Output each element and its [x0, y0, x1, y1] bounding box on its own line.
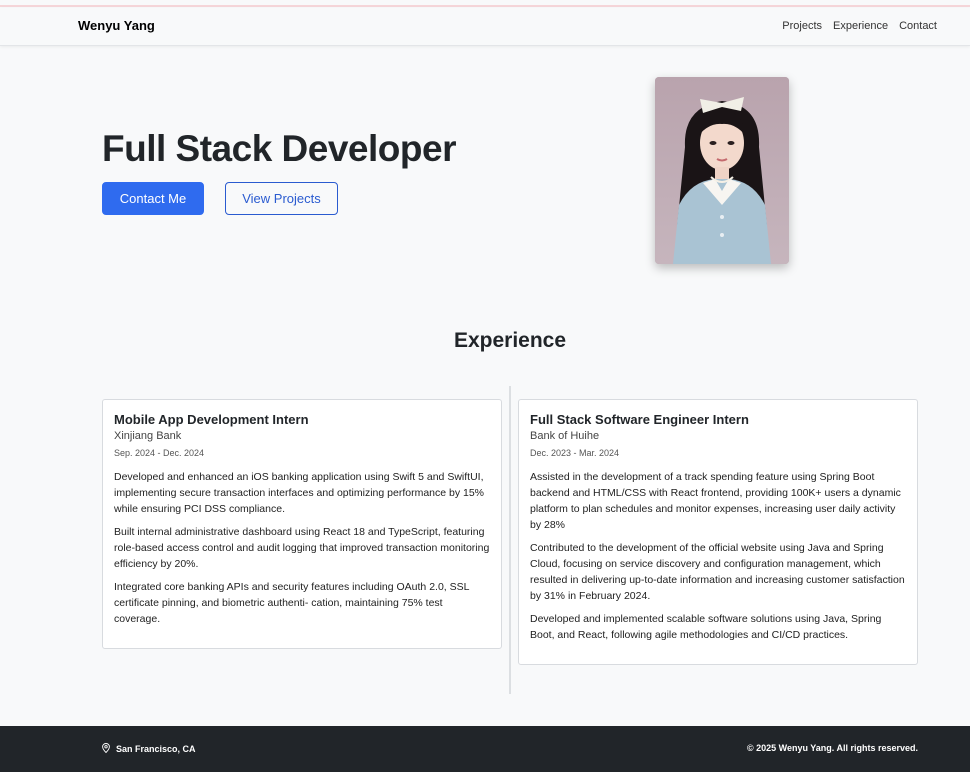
experience-bullet: Contributed to the development of the of… [530, 542, 905, 602]
experience-bullets: Developed and enhanced an iOS banking ap… [114, 469, 490, 627]
timeline-divider [509, 386, 511, 694]
footer-copyright: © 2025 Wenyu Yang. All rights reserved. [746, 743, 918, 753]
contact-me-button[interactable]: Contact Me [102, 182, 204, 215]
view-projects-button[interactable]: View Projects [225, 182, 338, 215]
navbar: Wenyu Yang Projects Experience Contact [0, 8, 970, 46]
experience-role: Mobile App Development Intern [114, 412, 309, 427]
experience-role: Full Stack Software Engineer Intern [530, 412, 749, 427]
experience-section-title: Experience [453, 329, 567, 352]
nav-link-contact[interactable]: Contact [899, 20, 937, 32]
profile-photo-illustration [655, 77, 789, 264]
experience-bullet: Built internal administrative dashboard … [114, 526, 490, 570]
experience-bullet: Developed and enhanced an iOS banking ap… [114, 471, 485, 515]
profile-photo [655, 77, 789, 264]
experience-bullet: Developed and implemented scalable softw… [530, 613, 882, 641]
nav-link-experience[interactable]: Experience [833, 20, 888, 32]
brand-name[interactable]: Wenyu Yang [78, 18, 155, 33]
nav-links: Projects Experience Contact [782, 20, 937, 32]
nav-link-projects[interactable]: Projects [782, 20, 822, 32]
experience-card: Mobile App Development Intern Xinjiang B… [102, 399, 502, 649]
footer-location: San Francisco, CA [102, 743, 196, 755]
footer: San Francisco, CA © 2025 Wenyu Yang. All… [0, 726, 970, 772]
footer-location-text: San Francisco, CA [116, 744, 196, 754]
experience-company: Bank of Huihe [530, 430, 600, 442]
top-accent-line [0, 0, 970, 7]
experience-card: Full Stack Software Engineer Intern Bank… [518, 399, 918, 665]
experience-bullets: Assisted in the development of a track s… [530, 469, 906, 643]
hero-title: Full Stack Developer [102, 128, 456, 169]
experience-company: Xinjiang Bank [114, 430, 182, 442]
experience-dates: Sep. 2024 - Dec. 2024 [114, 448, 205, 458]
map-pin-icon [102, 743, 110, 755]
experience-bullet: Assisted in the development of a track s… [530, 471, 901, 531]
experience-bullet: Integrated core banking APIs and securit… [114, 581, 470, 625]
experience-dates: Dec. 2023 - Mar. 2024 [530, 448, 620, 458]
